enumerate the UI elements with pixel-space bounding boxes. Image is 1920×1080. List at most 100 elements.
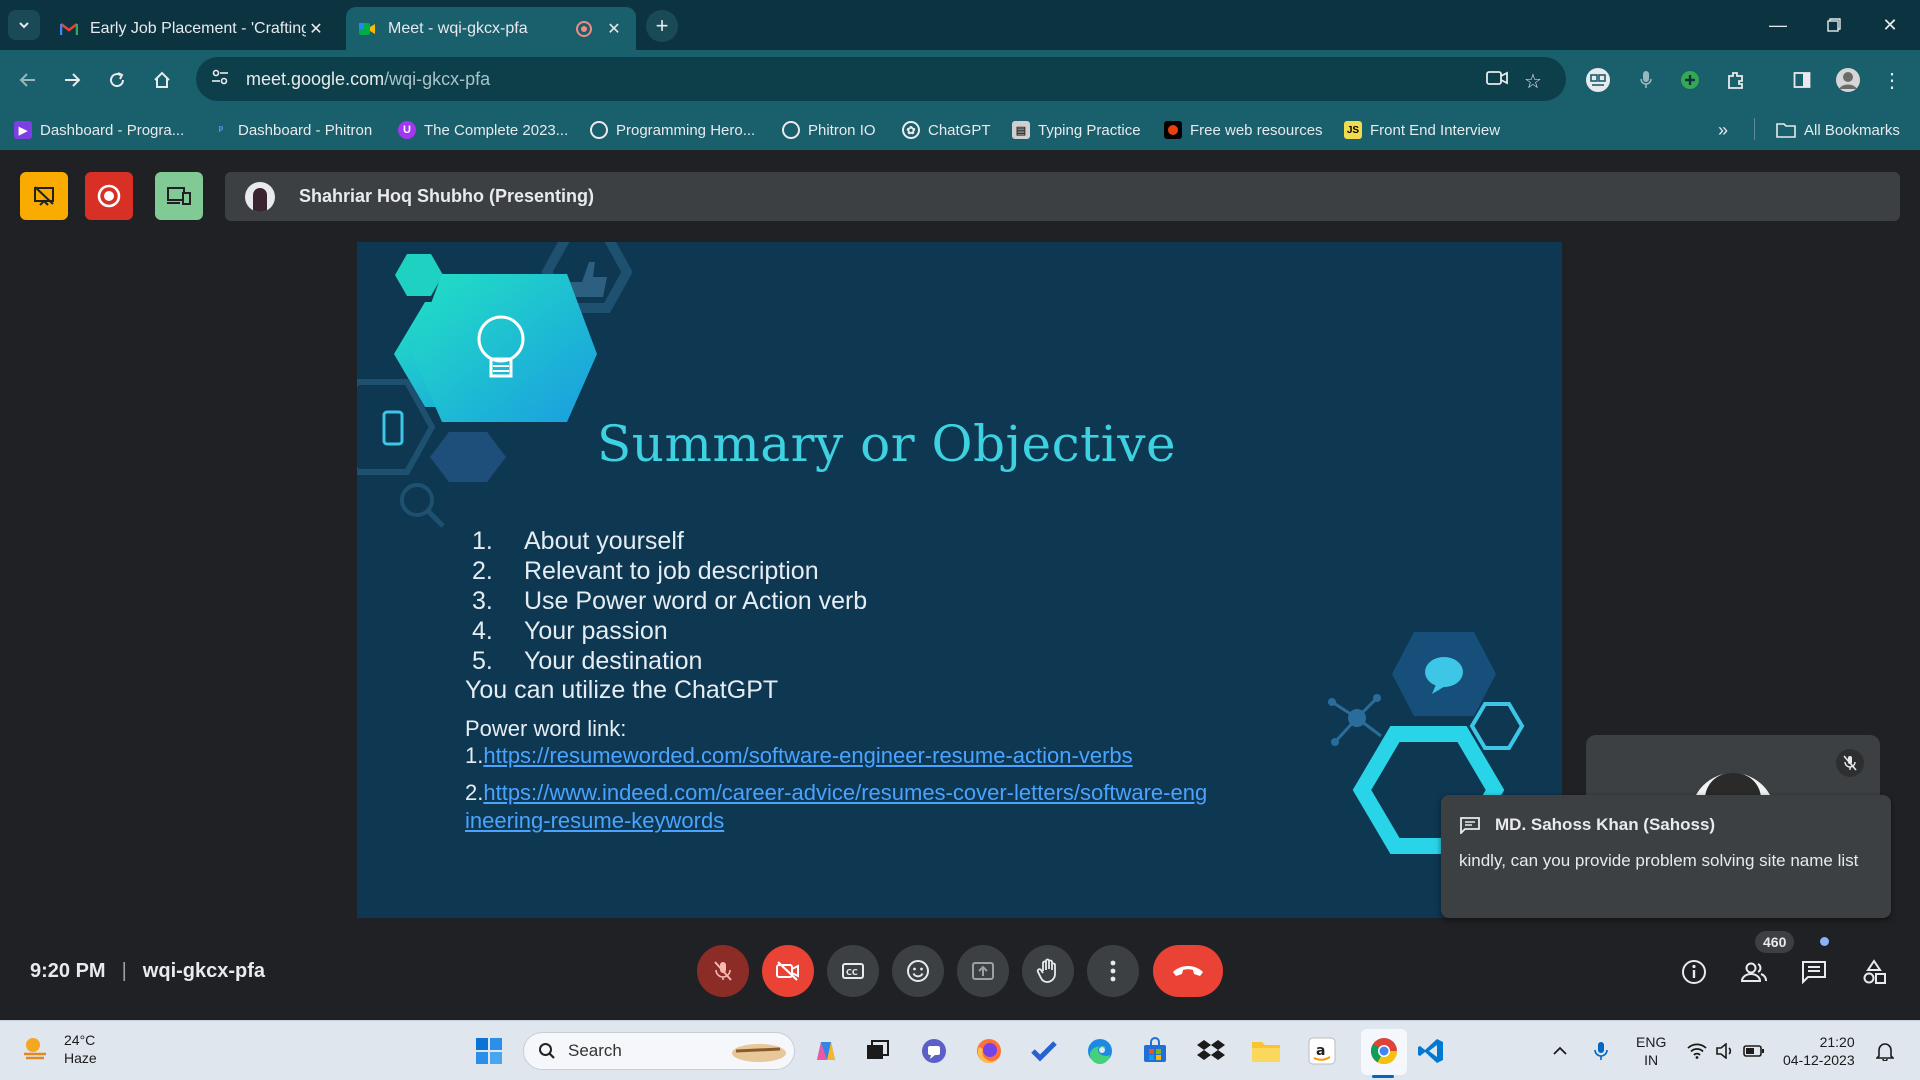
copilot-icon[interactable]	[809, 1034, 843, 1068]
meeting-details-button[interactable]	[1672, 950, 1716, 994]
bookmark-item[interactable]: ▤ Typing Practice	[1012, 118, 1141, 142]
raise-hand-button[interactable]	[1022, 945, 1074, 997]
bookmark-item[interactable]: Free web resources	[1164, 118, 1323, 142]
bookmark-item[interactable]: ✿ ChatGPT	[902, 118, 991, 142]
record-icon	[97, 184, 121, 208]
network-volume-battery[interactable]	[1687, 1021, 1765, 1080]
bookmark-star-icon[interactable]: ☆	[1524, 69, 1542, 94]
back-button[interactable]	[12, 64, 44, 96]
camera-icon[interactable]	[1486, 69, 1508, 92]
minimize-button[interactable]: —	[1750, 8, 1806, 42]
bookmark-item[interactable]: Programming Hero...	[590, 118, 755, 142]
reload-button[interactable]	[101, 64, 133, 96]
extension-icon-1[interactable]	[1582, 64, 1614, 96]
notifications-button[interactable]	[1876, 1021, 1894, 1080]
microphone-tray-icon[interactable]	[1594, 1021, 1608, 1080]
search-icon	[539, 1043, 555, 1059]
bookmark-item[interactable]: U The Complete 2023...	[398, 118, 568, 142]
indeed-link[interactable]: https://www.indeed.com/career-advice/res…	[483, 780, 1207, 805]
task-view-icon[interactable]	[861, 1034, 895, 1068]
bookmark-label: Dashboard - Phitron	[238, 121, 373, 139]
start-button[interactable]	[472, 1034, 506, 1068]
vscode-icon[interactable]	[1414, 1034, 1448, 1068]
resumeworded-link[interactable]: https://resumeworded.com/software-engine…	[483, 743, 1132, 768]
bookmark-item[interactable]: ᵖ Dashboard - Phitron	[212, 118, 372, 142]
more-bookmarks-button[interactable]: »	[1718, 118, 1728, 142]
all-bookmarks-button[interactable]: All Bookmarks	[1776, 118, 1900, 142]
chat-notification[interactable]: MD. Sahoss Khan (Sahoss) kindly, can you…	[1441, 795, 1891, 918]
camera-toggle-button[interactable]	[762, 945, 814, 997]
close-icon[interactable]: ✕	[306, 19, 326, 39]
list-item: 4. Your passion	[472, 617, 867, 647]
leave-call-button[interactable]	[1153, 945, 1223, 997]
closed-captions-icon: CC	[842, 963, 864, 979]
tab-gmail[interactable]: Early Job Placement - 'Crafting ✕	[48, 7, 338, 50]
bookmark-label: The Complete 2023...	[424, 121, 569, 139]
address-bar[interactable]: meet.google.com/wqi-gkcx-pfa ☆	[196, 57, 1566, 101]
recording-button[interactable]	[85, 172, 133, 220]
edge-icon[interactable]	[1083, 1034, 1117, 1068]
todo-icon[interactable]	[1027, 1034, 1061, 1068]
tab-search-button[interactable]	[8, 10, 40, 40]
restore-button[interactable]	[1806, 8, 1862, 42]
reactions-button[interactable]	[892, 945, 944, 997]
chat-icon	[1802, 961, 1826, 984]
presenter-avatar	[245, 181, 275, 212]
home-button[interactable]	[146, 64, 178, 96]
tab-meet[interactable]: Meet - wqi-gkcx-pfa ✕	[346, 7, 636, 50]
microsoft-store-icon[interactable]	[1138, 1034, 1172, 1068]
meet-controls-bar: 9:20 PM | wqi-gkcx-pfa CC 460	[0, 920, 1920, 1020]
reload-icon	[110, 72, 125, 88]
svg-text:CC: CC	[846, 968, 858, 977]
clock-date: 04-12-2023	[1783, 1052, 1855, 1068]
extensions-puzzle-icon[interactable]	[1720, 64, 1752, 96]
indeed-link-continued[interactable]: ineering-resume-keywords	[465, 808, 724, 833]
restore-icon	[1827, 18, 1841, 32]
bookmark-label: Programming Hero...	[616, 121, 756, 139]
side-panel-icon[interactable]	[1786, 64, 1818, 96]
new-tab-button[interactable]: +	[646, 10, 678, 42]
captions-button[interactable]: CC	[827, 945, 879, 997]
clock[interactable]: 21:20 04-12-2023	[1783, 1021, 1855, 1080]
extension-icon-3[interactable]	[1674, 64, 1706, 96]
amazon-icon[interactable]: a	[1305, 1034, 1339, 1068]
list-number: 3.	[472, 587, 493, 615]
mic-off-icon	[1836, 749, 1864, 777]
companion-mode-button[interactable]	[155, 172, 203, 220]
people-button[interactable]	[1732, 950, 1776, 994]
dropbox-icon[interactable]	[1194, 1034, 1228, 1068]
bookmark-label: Phitron IO	[808, 121, 876, 139]
profile-avatar[interactable]	[1832, 64, 1864, 96]
taskbar-search[interactable]: Search	[523, 1032, 795, 1070]
site-settings-icon[interactable]	[210, 69, 230, 90]
forward-button[interactable]	[56, 64, 88, 96]
close-icon[interactable]: ✕	[604, 19, 624, 39]
extension-icon-2[interactable]	[1630, 64, 1662, 96]
bookmark-item[interactable]: JS Front End Interview	[1344, 118, 1500, 142]
more-menu-icon[interactable]: ⋮	[1876, 64, 1908, 96]
tab-title: Meet - wqi-gkcx-pfa	[388, 19, 528, 37]
firefox-icon[interactable]	[972, 1034, 1006, 1068]
bookmark-label: Dashboard - Progra...	[40, 121, 185, 139]
bookmark-item[interactable]: ▶ Dashboard - Progra...	[14, 118, 184, 142]
activities-panel-button[interactable]	[1852, 950, 1896, 994]
close-window-button[interactable]: ✕	[1862, 8, 1918, 42]
language-indicator[interactable]: ENG IN	[1636, 1021, 1666, 1080]
bookmark-item[interactable]: Phitron IO	[782, 118, 876, 142]
present-screen-button[interactable]	[957, 945, 1009, 997]
mic-toggle-button[interactable]	[697, 945, 749, 997]
teams-chat-icon[interactable]	[917, 1034, 951, 1068]
show-hidden-icons[interactable]	[1552, 1021, 1568, 1080]
chat-button[interactable]	[1792, 950, 1836, 994]
weather-widget[interactable]: 24°C Haze	[20, 1031, 97, 1067]
weather-condition: Haze	[64, 1050, 97, 1066]
more-options-button[interactable]	[1087, 945, 1139, 997]
file-explorer-icon[interactable]	[1249, 1034, 1283, 1068]
activities-button[interactable]	[20, 172, 68, 220]
meeting-details: 9:20 PM | wqi-gkcx-pfa	[30, 960, 265, 983]
meet-icon	[358, 20, 376, 38]
windows-taskbar: 24°C Haze Search a ENG IN 21:20 04-12-20…	[0, 1020, 1920, 1080]
chrome-icon[interactable]	[1367, 1034, 1401, 1068]
list-number: 4.	[472, 617, 493, 645]
search-placeholder: Search	[568, 1041, 622, 1060]
